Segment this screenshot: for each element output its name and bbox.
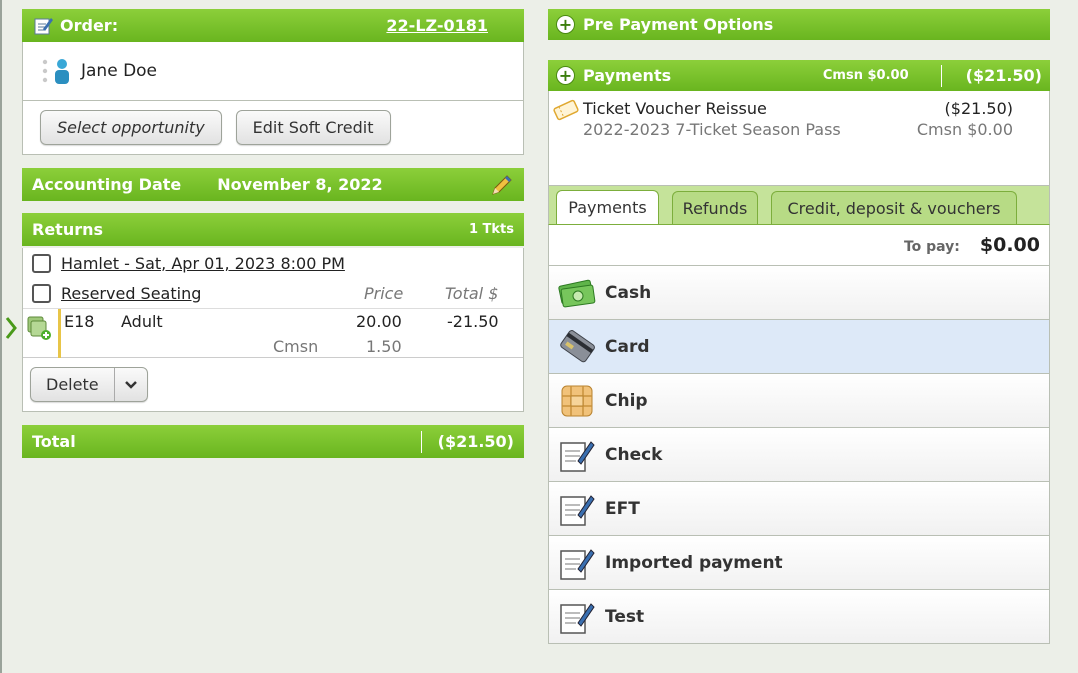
returns-ticket-count: 1 Tkts (468, 222, 514, 237)
expand-arrow-icon[interactable] (5, 316, 17, 340)
customer-row: Jane Doe (22, 42, 524, 101)
order-column: Order: 22-LZ-0181 Jane Doe Select opport… (22, 9, 524, 458)
accounting-date-label: Accounting Date (32, 175, 182, 194)
event-link[interactable]: Hamlet - Sat, Apr 01, 2023 8:00 PM (61, 254, 345, 273)
payments-divider (940, 64, 942, 87)
payment-method-label: Cash (605, 282, 652, 303)
delete-row: Delete (23, 358, 523, 411)
tab-refunds[interactable]: Refunds (672, 191, 758, 224)
eft-icon (555, 489, 599, 529)
to-pay-amount: $0.00 (979, 234, 1040, 256)
payment-method-test[interactable]: Test (548, 590, 1050, 644)
drag-handle-icon[interactable] (41, 59, 49, 83)
payment-method-label: Test (605, 606, 645, 627)
cmsn-label: Cmsn (273, 337, 319, 356)
payment-item-desc: 2022-2023 7-Ticket Season Pass (583, 120, 841, 139)
ticket-voucher-icon (553, 99, 579, 125)
cash-icon (555, 273, 599, 313)
payment-method-card[interactable]: Card (548, 320, 1050, 374)
payment-method-label: Card (605, 336, 650, 357)
test-icon (555, 597, 599, 637)
ticket-add-icon (26, 313, 52, 345)
payment-method-cash[interactable]: Cash (548, 266, 1050, 320)
section-link[interactable]: Reserved Seating (61, 284, 201, 303)
check-icon (555, 435, 599, 475)
plus-icon[interactable]: + (556, 15, 575, 34)
returns-label: Returns (32, 220, 104, 239)
plus-icon[interactable]: + (556, 66, 575, 85)
card-icon (555, 327, 599, 367)
total-amount: ($21.50) (437, 432, 514, 451)
payment-item[interactable]: Ticket Voucher Reissue 2022-2023 7-Ticke… (548, 91, 1050, 186)
payment-item-amount: ($21.50) (944, 99, 1013, 118)
payment-method-label: Chip (605, 390, 648, 411)
payment-item-cmsn: Cmsn $0.00 (916, 120, 1013, 139)
payments-amount: ($21.50) (965, 66, 1042, 85)
price-column-header: Price (364, 283, 404, 303)
payments-cmsn: Cmsn $0.00 (822, 68, 909, 83)
order-label: Order: (60, 16, 119, 35)
chevron-down-icon[interactable] (115, 368, 147, 401)
payment-method-eft[interactable]: EFT (548, 482, 1050, 536)
to-pay-label: To pay: (903, 239, 960, 255)
payment-column: + Pre Payment Options + Payments Cmsn $0… (548, 9, 1050, 644)
total-divider (420, 430, 422, 453)
seat-total: -21.50 (447, 312, 499, 331)
order-number-link[interactable]: 22-LZ-0181 (386, 16, 488, 35)
payment-method-label: EFT (605, 498, 640, 519)
payment-tabs: Payments Refunds Credit, deposit & vouch… (548, 186, 1050, 224)
cmsn-value: 1.50 (366, 337, 402, 356)
pre-payment-label: Pre Payment Options (583, 15, 774, 34)
payment-item-name: Ticket Voucher Reissue (583, 99, 767, 118)
payments-label: Payments (583, 66, 672, 85)
payment-method-check[interactable]: Check (548, 428, 1050, 482)
price-type: Adult (121, 312, 163, 331)
order-actions: Select opportunity Edit Soft Credit (22, 101, 524, 155)
window-edge (0, 0, 2, 673)
returns-panel: Hamlet - Sat, Apr 01, 2023 8:00 PM Reser… (22, 248, 524, 412)
section-checkbox[interactable] (32, 283, 51, 303)
tab-payments[interactable]: Payments (556, 190, 659, 224)
tab-credit-deposit-vouchers[interactable]: Credit, deposit & vouchers (771, 191, 1017, 224)
event-checkbox[interactable] (32, 253, 51, 273)
payment-method-label: Imported payment (605, 552, 783, 573)
total-label: Total (32, 432, 76, 451)
person-icon (53, 58, 71, 84)
delete-button[interactable]: Delete (31, 368, 115, 401)
pre-payment-bar[interactable]: + Pre Payment Options (548, 9, 1050, 40)
seat-row[interactable]: E18 Adult 20.00 -21.50 Cmsn 1.50 (23, 308, 523, 358)
event-row: Hamlet - Sat, Apr 01, 2023 8:00 PM (23, 248, 523, 278)
order-header: Order: 22-LZ-0181 (22, 9, 524, 42)
imported-payment-icon (555, 543, 599, 583)
total-bar: Total ($21.50) (22, 425, 524, 458)
select-opportunity-button[interactable]: Select opportunity (40, 110, 222, 145)
section-row: Reserved Seating Price Total $ (23, 278, 523, 308)
delete-split-button: Delete (30, 367, 148, 402)
order-edit-icon[interactable] (34, 16, 54, 36)
payment-method-imported[interactable]: Imported payment (548, 536, 1050, 590)
payments-header: + Payments Cmsn $0.00 ($21.50) (548, 60, 1050, 91)
accounting-date-bar: Accounting Date November 8, 2022 (22, 168, 524, 201)
total-column-header: Total $ (445, 283, 499, 303)
payment-method-label: Check (605, 444, 663, 465)
payment-method-chip[interactable]: Chip (548, 374, 1050, 428)
returns-header: Returns 1 Tkts (22, 213, 524, 246)
pencil-icon[interactable] (490, 173, 514, 197)
chip-icon (555, 381, 599, 421)
to-pay-row: To pay: $0.00 (548, 224, 1050, 266)
customer-name[interactable]: Jane Doe (81, 61, 157, 81)
edit-soft-credit-button[interactable]: Edit Soft Credit (235, 110, 391, 145)
seat-number: E18 (64, 312, 95, 331)
accounting-date-value: November 8, 2022 (217, 175, 383, 194)
seat-status-stripe (58, 309, 61, 358)
seat-price: 20.00 (356, 312, 402, 331)
